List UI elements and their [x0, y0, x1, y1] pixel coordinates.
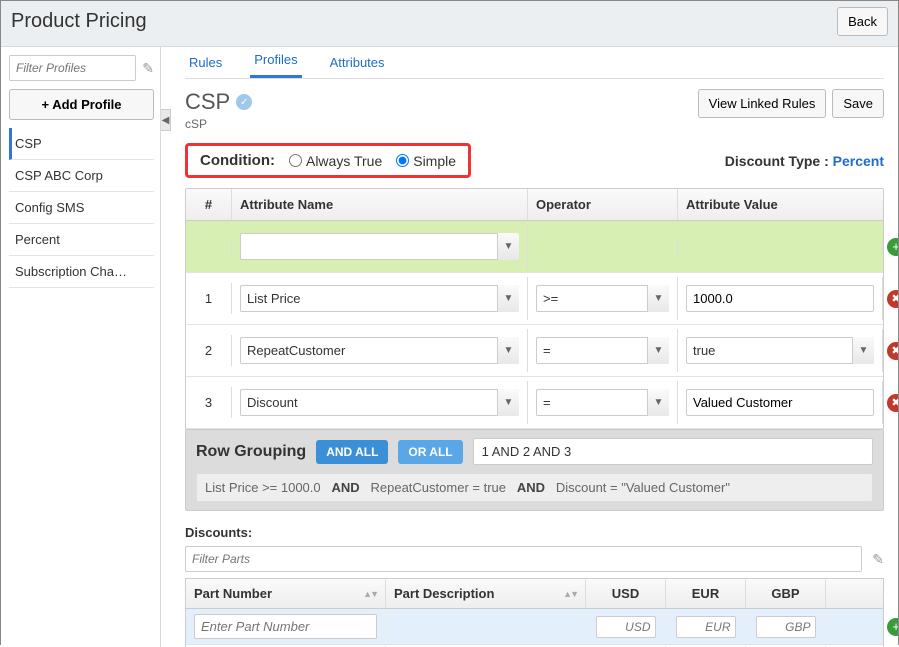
condition-row-3: 3 Discount▼ =▼ ✖ — [186, 377, 883, 429]
pencil-icon[interactable]: ✎ — [142, 60, 154, 77]
condition-new-row: ▼ + — [186, 221, 883, 273]
discount-type: Discount Type : Percent — [725, 153, 884, 169]
condition-label: Condition: — [200, 152, 275, 169]
save-button[interactable]: Save — [832, 89, 884, 118]
row1-num: 1 — [186, 283, 232, 314]
delete-row2-icon[interactable]: ✖ — [887, 342, 898, 360]
col-number: # — [186, 189, 232, 220]
tab-profiles[interactable]: Profiles — [250, 52, 301, 78]
radio-simple-label: Simple — [413, 153, 456, 169]
col-eur[interactable]: EUR — [666, 579, 746, 608]
condition-box: Condition: Always True Simple — [185, 143, 471, 178]
parts-grid: Part Number▲▼ Part Description▲▼ USD EUR… — [185, 578, 884, 647]
or-all-button[interactable]: OR ALL — [398, 440, 462, 464]
grouping-summary: List Price >= 1000.0 AND RepeatCustomer … — [196, 473, 873, 502]
row2-op-select[interactable]: =▼ — [536, 337, 669, 364]
row3-num: 3 — [186, 387, 232, 418]
row2-val-select[interactable]: true▼ — [686, 337, 874, 364]
sidebar-collapse-handle[interactable]: ◀ — [161, 109, 171, 131]
condition-row-1: 1 List Price▼ >=▼ ✖ — [186, 273, 883, 325]
radio-always-true-label: Always True — [306, 153, 382, 169]
sort-icon: ▲▼ — [563, 589, 577, 599]
page-title: Product Pricing — [11, 10, 147, 33]
tab-attributes[interactable]: Attributes — [326, 55, 389, 78]
radio-always-true[interactable]: Always True — [289, 153, 382, 169]
eur-input[interactable] — [676, 616, 736, 638]
col-part-description[interactable]: Part Description▲▼ — [386, 579, 586, 608]
row1-op-select[interactable]: >=▼ — [536, 285, 669, 312]
radio-simple[interactable]: Simple — [396, 153, 456, 169]
part-number-input[interactable] — [194, 614, 377, 639]
col-operator: Operator — [528, 189, 678, 220]
grouping-expression[interactable]: 1 AND 2 AND 3 — [473, 438, 873, 465]
back-button[interactable]: Back — [837, 7, 888, 36]
profile-code: cSP — [185, 117, 252, 131]
gbp-input[interactable] — [756, 616, 816, 638]
row1-attr-select[interactable]: List Price▼ — [240, 285, 519, 312]
filter-parts-input[interactable] — [185, 546, 862, 572]
row3-op-select[interactable]: =▼ — [536, 389, 669, 416]
sort-icon: ▲▼ — [363, 589, 377, 599]
sidebar-item-config-sms[interactable]: Config SMS — [9, 192, 154, 224]
row3-attr-select[interactable]: Discount▼ — [240, 389, 519, 416]
parts-new-row: + — [186, 609, 883, 645]
profile-name: CSP — [185, 89, 230, 115]
usd-input[interactable] — [596, 616, 656, 638]
add-profile-button[interactable]: + Add Profile — [9, 89, 154, 120]
delete-row3-icon[interactable]: ✖ — [887, 394, 898, 412]
discounts-label: Discounts: — [185, 525, 884, 540]
sidebar-item-percent[interactable]: Percent — [9, 224, 154, 256]
col-part-number[interactable]: Part Number▲▼ — [186, 579, 386, 608]
verify-icon: ✓ — [236, 94, 252, 110]
discount-type-label: Discount Type : — [725, 153, 829, 169]
sidebar: ✎ + Add Profile CSP CSP ABC Corp Config … — [1, 47, 161, 647]
pencil-icon[interactable]: ✎ — [872, 551, 884, 568]
col-gbp[interactable]: GBP — [746, 579, 826, 608]
discount-type-value[interactable]: Percent — [833, 153, 884, 169]
sidebar-item-subscription[interactable]: Subscription Cha… — [9, 256, 154, 288]
tabs: Rules Profiles Attributes — [185, 47, 884, 79]
col-usd[interactable]: USD — [586, 579, 666, 608]
add-part-icon[interactable]: + — [887, 618, 898, 636]
add-row-icon[interactable]: + — [887, 238, 898, 256]
view-linked-rules-button[interactable]: View Linked Rules — [698, 89, 827, 118]
condition-grid: # Attribute Name Operator Attribute Valu… — [185, 188, 884, 430]
tab-rules[interactable]: Rules — [185, 55, 226, 78]
row1-val-input[interactable] — [686, 285, 874, 312]
row3-val-input[interactable] — [686, 389, 874, 416]
row-grouping: Row Grouping AND ALL OR ALL 1 AND 2 AND … — [185, 430, 884, 511]
row2-attr-select[interactable]: RepeatCustomer▼ — [240, 337, 519, 364]
new-attr-select[interactable]: ▼ — [240, 233, 519, 260]
sidebar-item-csp-abc[interactable]: CSP ABC Corp — [9, 160, 154, 192]
and-all-button[interactable]: AND ALL — [316, 440, 388, 464]
col-attr-value: Attribute Value — [678, 189, 883, 220]
delete-row1-icon[interactable]: ✖ — [887, 290, 898, 308]
row-grouping-title: Row Grouping — [196, 443, 306, 461]
filter-profiles-input[interactable] — [9, 55, 136, 81]
condition-row-2: 2 RepeatCustomer▼ =▼ true▼ ✖ — [186, 325, 883, 377]
col-attr-name: Attribute Name — [232, 189, 528, 220]
row2-num: 2 — [186, 335, 232, 366]
sidebar-item-csp[interactable]: CSP — [9, 128, 154, 160]
